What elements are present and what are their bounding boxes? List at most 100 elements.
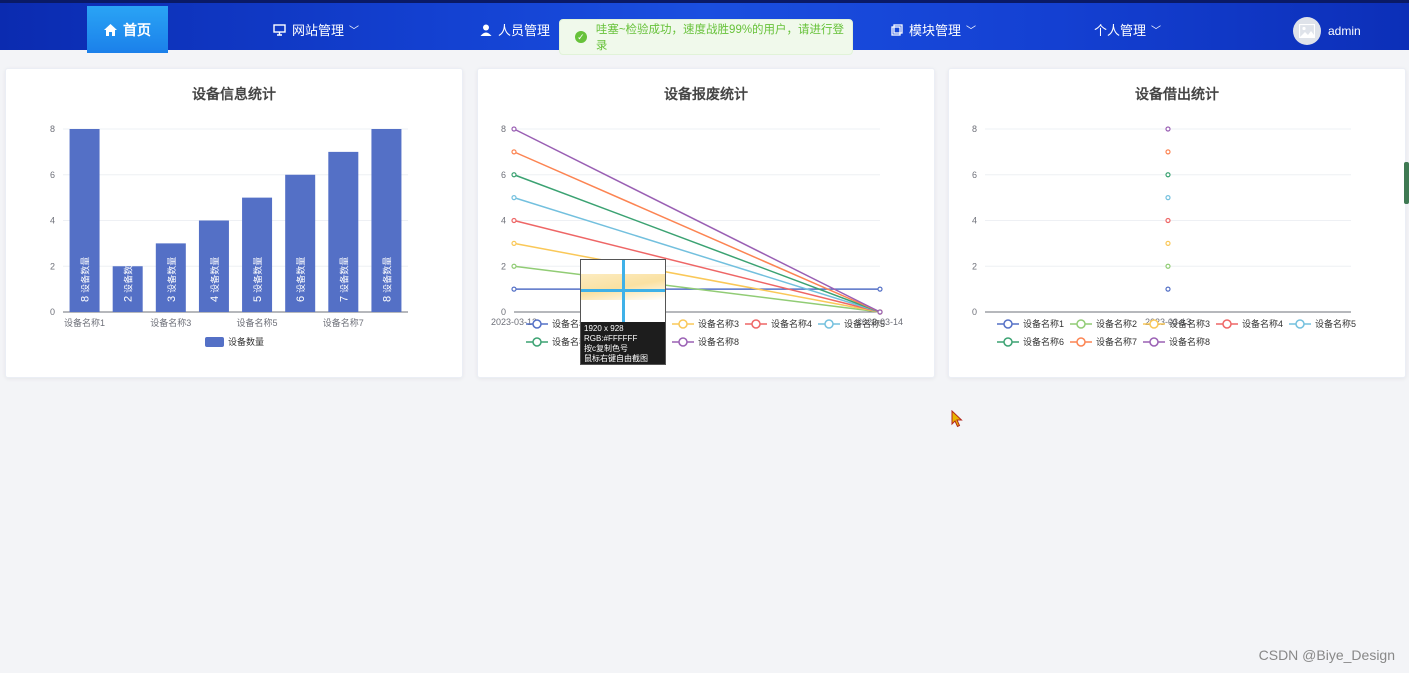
y-tick-label: 6 — [50, 170, 55, 180]
data-point — [511, 240, 517, 246]
watermark: CSDN @Biye_Design — [1258, 647, 1395, 663]
device-lend-scatter-chart: 024682023-03-13设备名称1 设备名称2 设备名称3 设备名称4 设备名称5… — [972, 124, 1356, 347]
nav-home[interactable]: 首页 — [87, 6, 168, 53]
picker-hint-screenshot: 鼠标右键自由截图 — [584, 354, 648, 363]
data-point — [1165, 172, 1171, 178]
legend-marker — [824, 319, 834, 329]
magnifier — [581, 260, 665, 322]
data-point — [1165, 217, 1171, 224]
legend-marker — [678, 319, 688, 329]
x-tick-label: 设备名称1 — [64, 317, 105, 328]
bar-value-label: 8 设备数量 — [381, 257, 393, 302]
y-tick-label: 4 — [50, 216, 55, 226]
y-tick-label: 2 — [50, 261, 55, 271]
legend-marker — [678, 337, 688, 347]
y-tick-label: 8 — [501, 124, 506, 134]
bar-value-label: 2 设备数量 — [123, 257, 135, 302]
y-tick-label: 2 — [501, 261, 506, 271]
nav-module-manage[interactable]: 模块管理 ﹀ — [891, 6, 976, 53]
user-name[interactable]: admin — [1328, 24, 1361, 38]
bar-value-label: 5 设备数量 — [252, 257, 264, 302]
chevron-down-icon: ﹀ — [349, 26, 360, 37]
data-point — [511, 126, 517, 132]
color-picker-popup: 1920 x 928 RGB:#FFFFFF 按c复制色号 鼠标右键自由截图 — [580, 259, 666, 365]
home-icon — [104, 23, 117, 36]
legend-marker — [1003, 337, 1013, 347]
legend-marker — [1076, 319, 1086, 329]
data-point — [1165, 149, 1171, 155]
data-point — [1165, 195, 1171, 201]
nav-personal-manage-label: 个人管理 — [1094, 23, 1147, 38]
monitor-icon — [273, 23, 286, 36]
bar-label-group: 5 设备数量 — [252, 257, 264, 302]
legend-marker — [1149, 337, 1159, 347]
mouse-cursor-icon — [951, 410, 963, 428]
picker-hint-copy: 按c复制色号 — [584, 344, 628, 353]
nav-home-label: 首页 — [123, 21, 151, 38]
picker-size: 1920 x 928 — [584, 324, 624, 333]
x-tick-label: 设备名称3 — [150, 317, 191, 328]
bar-value-label: 6 设备数量 — [295, 257, 307, 302]
y-tick-label: 0 — [50, 307, 55, 317]
legend-marker — [1149, 319, 1159, 329]
legend-label: 设备名称7 — [1096, 336, 1137, 347]
legend-label: 设备名称1 — [1023, 318, 1064, 329]
bar-value-label: 4 设备数量 — [209, 257, 221, 302]
bar-label-group: 7 设备数量 — [338, 257, 350, 302]
toast-message: 哇塞~检验成功，速度战胜99%的用户，请进行登录 — [595, 24, 845, 52]
legend-label: 设备数量 — [228, 336, 264, 347]
x-tick-label: 设备名称5 — [237, 317, 278, 328]
data-point — [877, 286, 883, 292]
legend-swatch — [205, 337, 224, 347]
data-point — [1165, 240, 1171, 246]
x-tick-label: 设备名称7 — [323, 317, 364, 328]
user-icon — [480, 24, 492, 36]
data-point — [511, 286, 517, 292]
device-info-bar-chart: 0 2 4 6 8 8 设备数量 2 设备数量 3 设备数量 4 设备数量 5 设备数量 6 设备数… — [50, 124, 408, 347]
y-tick-label: 0 — [501, 307, 506, 317]
data-point — [1165, 263, 1171, 269]
data-point — [511, 149, 517, 155]
bar-value-label: 7 设备数量 — [338, 257, 350, 302]
nav-staff-manage[interactable]: 人员管理 — [480, 6, 550, 53]
bar-label-group: 8 设备数量 — [80, 257, 92, 302]
device-scrap-card: 设备报废统计 0 2 4 6 8 2023-03-13 2023-03-14 设备名称1 设备名… — [477, 68, 935, 378]
bar-label-group: 6 设备数量 — [295, 257, 307, 302]
picker-rgb: RGB:#FFFFFF — [584, 334, 638, 343]
legend-label: 设备名称4 — [1242, 318, 1283, 329]
device-info-card: 设备信息统计 024688 设备数量 2 设备数量 3 设备数量 4 设备数量 5 设备… — [5, 68, 463, 378]
scrollbar-handle[interactable] — [1404, 162, 1409, 204]
data-point — [877, 309, 883, 315]
y-tick-label: 6 — [501, 170, 506, 180]
legend-label: 设备名称3 — [698, 318, 739, 329]
y-tick-label: 4 — [501, 216, 506, 226]
nav-site-manage[interactable]: 网站管理 ﹀ — [273, 6, 359, 53]
device-scrap-line-chart: 024682023-03-132023-03-14设备名称1设备名称2设备名称3… — [491, 124, 903, 347]
nav-module-manage-label: 模块管理 — [909, 23, 962, 38]
x-tick-label: 2023-03-13 — [491, 317, 537, 327]
legend-label: 设备名称6 — [1023, 336, 1064, 347]
bar-label-group: 8 设备数量 — [381, 257, 393, 302]
data-point — [511, 263, 517, 269]
nav-staff-manage-label: 人员管理 — [498, 23, 551, 38]
avatar[interactable] — [1293, 17, 1321, 45]
data-point — [511, 195, 517, 201]
check-circle-icon: ✓ — [575, 31, 587, 43]
y-tick-label: 4 — [972, 216, 977, 226]
legend-label: 设备名称5 — [844, 318, 885, 329]
legend-label: 设备名称2 — [1096, 318, 1137, 329]
success-toast: ✓ 哇塞~检验成功，速度战胜99%的用户，请进行登录 — [559, 19, 853, 55]
copy-icon — [891, 23, 903, 36]
bar-value-label: 3 设备数量 — [166, 257, 178, 302]
legend-label: 设备名称5 — [1315, 318, 1356, 329]
bar-label-group: 2 设备数量 — [123, 257, 135, 302]
legend-marker — [1076, 337, 1086, 347]
series-line — [513, 151, 881, 313]
data-point — [1165, 286, 1171, 292]
legend-marker — [532, 319, 542, 329]
legend-marker — [1295, 319, 1305, 329]
nav-personal-manage[interactable]: 个人管理 ﹀ — [1094, 6, 1161, 53]
bar-label-group: 4 设备数量 — [209, 257, 221, 302]
series-line — [513, 174, 881, 313]
bar-value-label: 8 设备数量 — [80, 257, 92, 302]
